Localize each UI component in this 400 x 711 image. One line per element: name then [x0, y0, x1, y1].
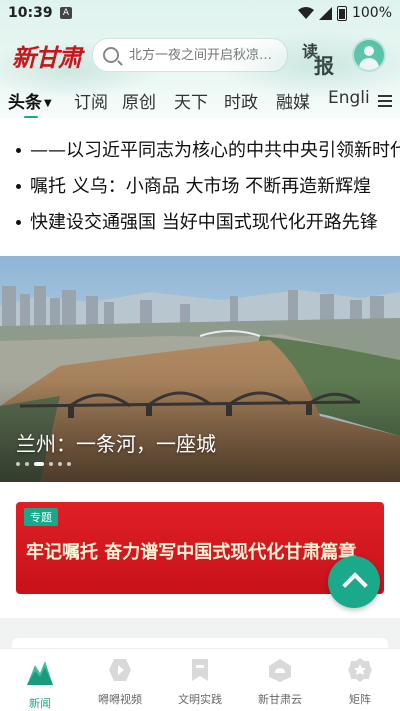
avatar[interactable]	[352, 38, 386, 72]
carousel-dot[interactable]	[49, 462, 53, 466]
tab-original[interactable]: 原创	[122, 88, 156, 113]
nav-cloud[interactable]: 新甘肃云	[240, 655, 320, 707]
read-newspaper-button[interactable]: 读 报	[302, 38, 338, 78]
carousel-dots	[16, 462, 71, 466]
status-right: 100%	[297, 5, 392, 21]
read-paper-bottom-char: 报	[314, 54, 334, 78]
tab-politics[interactable]: 时政	[224, 88, 258, 113]
menu-icon[interactable]	[378, 95, 392, 107]
header: 10:39 A 100% 新甘肃 读 报 头条▼ 订阅 原创 天下 时政	[0, 0, 400, 118]
chevron-down-icon: ▼	[44, 97, 52, 109]
tab-media[interactable]: 融媒	[276, 88, 310, 113]
tab-world[interactable]: 天下	[174, 88, 208, 113]
tab-english[interactable]: Engli	[328, 88, 370, 108]
bottom-nav: 新闻 嘚嘚视频 文明实践 新甘肃云 矩阵	[0, 648, 400, 711]
nav-label: 文明实践	[178, 693, 222, 706]
headline-list: ——以习近平同志为核心的中共中央引领新时代 嘱托 义乌：小商品 大市场 不断再造…	[0, 136, 400, 244]
carousel-dot-active[interactable]	[34, 462, 44, 466]
battery-icon	[336, 5, 347, 21]
carousel-dot[interactable]	[58, 462, 62, 466]
headline-item[interactable]: 快建设交通强国 当好中国式现代化开路先锋	[0, 208, 400, 244]
search-icon	[103, 47, 119, 63]
headline-item[interactable]: ——以习近平同志为核心的中共中央引领新时代	[0, 136, 400, 172]
avatar-body	[359, 58, 379, 70]
cloud-icon	[269, 659, 291, 682]
mountain-news-icon	[27, 661, 53, 685]
battery-level: 100%	[351, 5, 392, 21]
flag-icon	[192, 659, 208, 681]
channel-tabs: 头条 ▼ 订阅 原创 天下 时政 融媒 Engli	[0, 88, 400, 118]
star-badge-icon	[348, 658, 372, 682]
nav-news[interactable]: 新闻	[0, 655, 80, 711]
carousel-dot[interactable]	[16, 462, 20, 466]
hero-caption[interactable]: 兰州：一条河，一座城	[16, 428, 216, 457]
tab-label: 头条	[8, 93, 42, 113]
carousel-dot[interactable]	[25, 462, 29, 466]
nav-video[interactable]: 嘚嘚视频	[80, 655, 160, 707]
status-time: 10:39	[8, 5, 53, 21]
topic-title: 牢记嘱托 奋力谱写中国式现代化甘肃篇章	[26, 542, 357, 563]
status-bar: 10:39 A 100%	[0, 0, 400, 28]
next-card	[12, 638, 388, 648]
app-logo[interactable]: 新甘肃	[12, 38, 82, 73]
search-bar[interactable]	[92, 38, 291, 72]
hero-carousel[interactable]: 兰州：一条河，一座城	[0, 256, 400, 482]
nav-label: 嘚嘚视频	[98, 693, 142, 706]
nav-matrix[interactable]: 矩阵	[320, 655, 400, 707]
carousel-dot[interactable]	[67, 462, 71, 466]
nav-civilization[interactable]: 文明实践	[160, 655, 240, 707]
tab-headlines[interactable]: 头条 ▼	[8, 88, 52, 113]
feed: ——以习近平同志为核心的中共中央引领新时代 嘱托 义乌：小商品 大市场 不断再造…	[0, 118, 400, 648]
signal-icon	[318, 6, 332, 20]
notification-icon: A	[60, 7, 72, 19]
search-input[interactable]	[127, 46, 291, 64]
avatar-head	[364, 46, 374, 56]
nav-label: 矩阵	[349, 693, 371, 706]
read-paper-top-char: 读	[302, 42, 319, 61]
nav-label: 新闻	[29, 697, 51, 710]
tab-subscribe[interactable]: 订阅	[74, 88, 108, 113]
scroll-to-top-button[interactable]	[328, 556, 380, 608]
topic-tag: 专题	[24, 508, 58, 526]
headline-item[interactable]: 嘱托 义乌：小商品 大市场 不断再造新辉煌	[0, 172, 400, 208]
nav-label: 新甘肃云	[258, 693, 302, 706]
video-play-icon	[109, 659, 131, 681]
wifi-icon	[297, 7, 314, 19]
